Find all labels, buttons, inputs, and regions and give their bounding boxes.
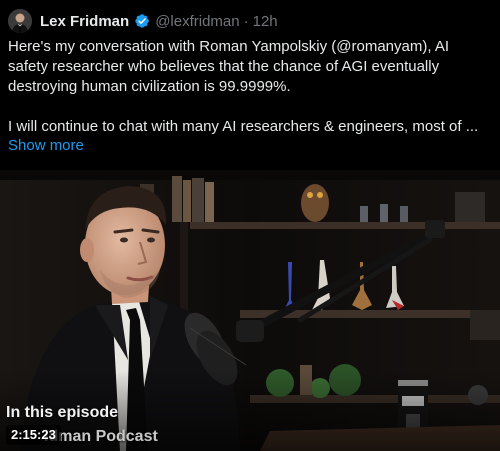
avatar-photo-icon <box>8 9 32 33</box>
tweet-post: Lex Fridman @lexfridman · 12h Here's my … <box>0 0 500 451</box>
verified-badge-icon <box>134 13 150 29</box>
tweet-text: Here's my conversation with Roman Yampol… <box>8 38 479 135</box>
header-separator: · <box>243 12 249 30</box>
author-handle[interactable]: @lexfridman <box>155 13 239 30</box>
author-display-name[interactable]: Lex Fridman <box>40 13 129 30</box>
video-duration-badge: 2:15:23 <box>6 425 61 445</box>
tweet-header: Lex Fridman @lexfridman · 12h <box>8 8 278 34</box>
video-overlay-podcast: idman Podcast <box>44 428 158 445</box>
show-more-link[interactable]: Show more <box>8 136 84 156</box>
author-avatar[interactable] <box>8 9 32 33</box>
video-overlay-title: In this episode <box>6 404 119 421</box>
post-timestamp[interactable]: 12h <box>253 13 278 30</box>
